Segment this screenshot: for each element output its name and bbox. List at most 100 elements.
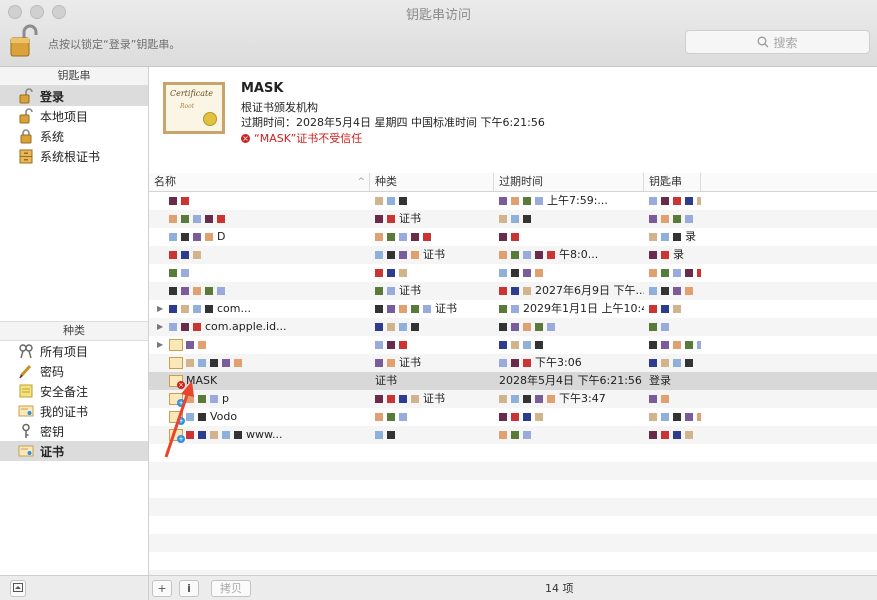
table-row[interactable]: Vodo	[149, 408, 877, 426]
redacted-block	[547, 395, 555, 403]
redacted-block	[673, 341, 681, 349]
keychain-item-1[interactable]: 本地项目	[0, 106, 148, 126]
redacted-block	[399, 413, 407, 421]
table-row[interactable]: www...	[149, 426, 877, 444]
redacted-block	[499, 233, 507, 241]
cell-keychain	[644, 426, 701, 444]
redacted-block	[234, 359, 242, 367]
key-icon	[18, 423, 34, 439]
cell-keychain	[644, 336, 701, 354]
redacted-block	[673, 233, 681, 241]
redacted-block	[169, 233, 177, 241]
redacted-block	[399, 395, 407, 403]
info-button[interactable]: i	[179, 580, 199, 597]
redacted-block	[411, 395, 419, 403]
redacted-block	[661, 359, 669, 367]
redacted-block	[181, 287, 189, 295]
category-item-2[interactable]: 安全备注	[0, 381, 148, 401]
redacted-block	[210, 431, 218, 439]
table-row[interactable]: 上午7:59:...	[149, 192, 877, 210]
redacted-block	[186, 359, 194, 367]
column-header-keychain[interactable]: 钥匙串	[644, 173, 701, 191]
cell-kind: 证书	[370, 354, 494, 372]
table-row[interactable]: ▶ com.apple.id...	[149, 318, 877, 336]
redacted-block	[181, 269, 189, 277]
cell-kind-text: 证书	[423, 248, 445, 261]
column-header-name[interactable]: 名称 ^	[149, 173, 370, 191]
category-item-0[interactable]: 所有项目	[0, 341, 148, 361]
redacted-block	[547, 323, 555, 331]
search-placeholder: 搜索	[773, 35, 798, 50]
cell-expires	[494, 264, 644, 282]
trust-warning: × “MASK”证书不受信任	[241, 130, 362, 146]
category-item-1[interactable]: 密码	[0, 361, 148, 381]
error-icon: ×	[241, 133, 250, 143]
cell-keychain: 录	[644, 246, 701, 264]
cell-expires-text: 午8:0...	[559, 248, 599, 261]
redacted-block	[673, 215, 681, 223]
redacted-block	[649, 395, 657, 403]
category-item-5[interactable]: 证书	[0, 441, 148, 461]
redacted-block	[523, 413, 531, 421]
add-item-button[interactable]: +	[152, 580, 172, 597]
table-row[interactable]: 证书 2027年6月9日 下午...	[149, 282, 877, 300]
disclosure-triangle-icon[interactable]: ▶	[157, 300, 163, 318]
table-row[interactable]: 证书 下午3:06	[149, 354, 877, 372]
redacted-block	[685, 287, 693, 295]
cell-kind: 证书	[370, 246, 494, 264]
column-header-expires[interactable]: 过期时间	[494, 173, 644, 191]
search-field[interactable]: 搜索	[685, 30, 870, 54]
table-row[interactable]: 录	[149, 264, 877, 282]
redacted-block	[673, 431, 681, 439]
certificate-large-icon: Certificate Root	[163, 82, 225, 134]
table-row[interactable]: p 证书 下午3:47	[149, 390, 877, 408]
column-header-kind[interactable]: 种类	[370, 173, 494, 191]
cell-expires-text: 下午3:47	[559, 392, 606, 405]
certificate-name: MASK	[241, 81, 284, 96]
redacted-block	[198, 359, 206, 367]
redacted-block	[423, 305, 431, 313]
redacted-block	[399, 305, 407, 313]
cell-expires	[494, 228, 644, 246]
disclosure-triangle-icon[interactable]: ▶	[157, 318, 163, 336]
redacted-block	[685, 215, 693, 223]
cell-keychain: 登录	[644, 372, 701, 390]
keychain-item-3[interactable]: 系统根证书	[0, 146, 148, 166]
cell-expires: 下午3:06	[494, 354, 644, 372]
redacted-block	[523, 287, 531, 295]
unlocked-padlock-icon[interactable]	[10, 24, 38, 58]
redacted-block	[685, 413, 693, 421]
redacted-block	[375, 197, 383, 205]
redacted-block	[511, 431, 519, 439]
table-row[interactable]: ▶	[149, 336, 877, 354]
redacted-block	[649, 287, 657, 295]
empty-row	[149, 462, 877, 480]
table-row[interactable]: 证书	[149, 210, 877, 228]
keychain-item-2[interactable]: 系统	[0, 126, 148, 146]
category-item-4[interactable]: 密钥	[0, 421, 148, 441]
redacted-block	[697, 341, 701, 349]
table-row[interactable]: 证书 午8:0... 录	[149, 246, 877, 264]
redacted-block	[198, 413, 206, 421]
redacted-block	[205, 305, 213, 313]
keychain-item-0[interactable]: 登录	[0, 86, 148, 106]
cell-keychain	[644, 354, 701, 372]
cell-expires-text: 2028年5月4日 下午6:21:56	[499, 374, 642, 387]
table-row[interactable]: MASK 证书 2028年5月4日 下午6:21:56 登录	[149, 372, 877, 390]
redacted-block	[535, 269, 543, 277]
disclosure-triangle-icon[interactable]: ▶	[157, 336, 163, 354]
redacted-block	[649, 323, 657, 331]
cell-expires: 2027年6月9日 下午...	[494, 282, 644, 300]
show-sidebar-button[interactable]	[10, 580, 26, 597]
cabinet-icon	[18, 148, 34, 164]
copy-button[interactable]: 拷贝	[211, 580, 251, 597]
table-row[interactable]: ▶ com... 证书 2029年1月1日 上午10:42:...	[149, 300, 877, 318]
cell-expires-text: 2027年6月9日 下午...	[535, 284, 644, 297]
certificate-details: Certificate Root MASK 根证书颁发机构 过期时间：2028年…	[149, 67, 877, 174]
redacted-block	[181, 251, 189, 259]
redacted-block	[523, 251, 531, 259]
categories-header: 种类	[0, 321, 148, 341]
cell-name-text: D	[217, 230, 226, 243]
table-row[interactable]: D录	[149, 228, 877, 246]
category-item-3[interactable]: 我的证书	[0, 401, 148, 421]
